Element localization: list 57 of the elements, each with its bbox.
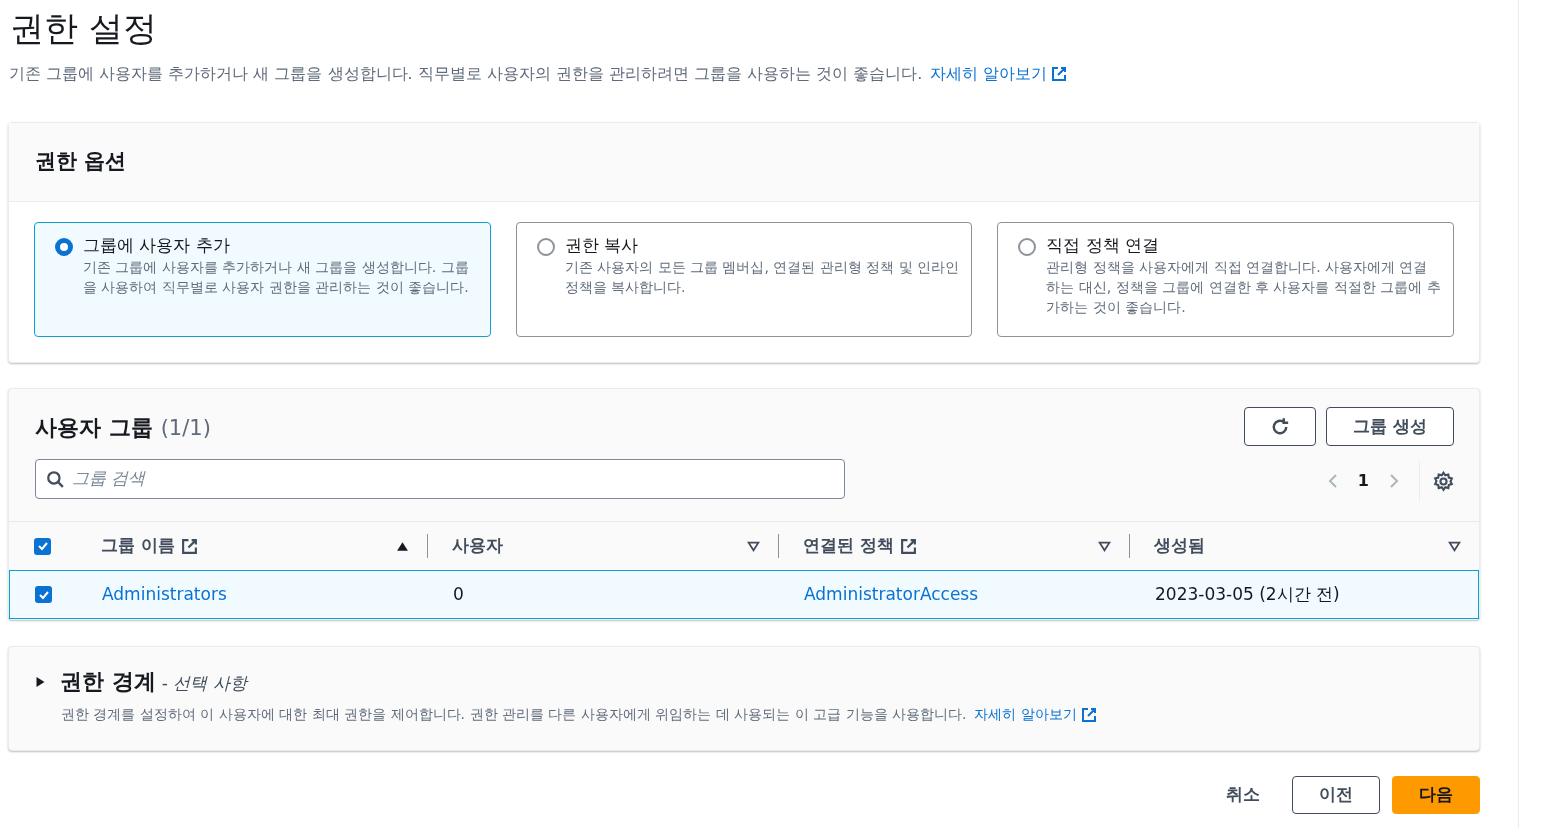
panel-title: 권한 옵션 (35, 148, 127, 176)
next-button[interactable]: 다음 (1392, 776, 1480, 814)
learn-more-link[interactable]: 자세히 알아보기 (930, 62, 1068, 86)
settings-icon (1432, 470, 1454, 492)
radio-button[interactable] (1018, 238, 1037, 256)
external-link-icon (1080, 706, 1097, 723)
search-field[interactable]: 그룹 검색 (35, 458, 845, 499)
external-link-icon (180, 537, 198, 555)
settings-button[interactable] (1432, 470, 1454, 492)
previous-button[interactable]: 이전 (1292, 776, 1380, 814)
radio-button[interactable] (536, 238, 555, 256)
caret-right-icon[interactable] (35, 675, 46, 688)
sort-ascending-icon[interactable] (396, 540, 409, 552)
column-header[interactable]: 연결된 정책 (803, 533, 894, 559)
table-cell: 2023-03-05 (2시간 전) (1155, 583, 1340, 604)
optional-label: - 선택 사항 (161, 672, 247, 695)
table-cell: 0 (453, 583, 464, 604)
checkbox[interactable] (35, 586, 52, 603)
search-input[interactable]: 그룹 검색 (72, 465, 834, 492)
option-description: 기존 그룹에 사용자를 추가하거나 새 그룹을 생성합니다. 그룹을 사용하여 직무별로 사용자 권한을 관리하는 것이 좋습니다. (83, 258, 470, 297)
external-link-icon (1051, 66, 1068, 82)
external-link-icon (899, 537, 917, 555)
search-icon (46, 469, 64, 488)
table-link[interactable]: AdministratorAccess (804, 583, 979, 604)
panel-title: 사용자 그룹 (35, 414, 153, 442)
option-label: 그룹에 사용자 추가 (83, 234, 231, 257)
option-label: 직접 정책 연결 (1046, 234, 1161, 257)
page-number-button[interactable]: 1 (1345, 469, 1381, 493)
column-header[interactable]: 생성됨 (1154, 533, 1205, 559)
group-count: (1/1) (160, 415, 211, 442)
page-title: 권한 설정 (10, 7, 158, 50)
table-link[interactable]: Administrators (102, 583, 227, 604)
option-description: 기존 사용자의 모든 그룹 멤버십, 연결된 관리형 정책 및 인라인 정책을 복사합니다. (564, 258, 960, 297)
radio-button[interactable] (55, 238, 73, 256)
checkbox[interactable] (34, 537, 51, 555)
table-row[interactable]: Administrators 0 AdministratorAccess 2023-03-05 (2시간 전) (9, 570, 1479, 619)
option-card[interactable]: 권한 복사 기존 사용자의 모든 그룹 멤버십, 연결된 관리형 정책 및 인라인 정책을 복사합니다. (515, 222, 973, 337)
section-description: 권한 경계를 설정하여 이 사용자에 대한 최대 권한을 제어합니다. 권한 관리를 다른 사용자에게 위임하는 데 사용되는 이 고급 기능을 사용합니다. (61, 705, 967, 724)
option-card[interactable]: 직접 정책 연결 관리형 정책을 사용자에게 직접 연결합니다. 사용자에게 연결하는 대신, 정책을 그룹에 연결한 후 사용자를 적절한 그룹에 추가하는 것이 좋습니다. (997, 222, 1454, 337)
refresh-icon (1270, 416, 1290, 437)
option-description: 관리형 정책을 사용자에게 직접 연결합니다. 사용자에게 연결하는 대신, 정책을 그룹에 연결한 후 사용자를 적절한 그룹에 추가하는 것이 좋습니다. (1046, 258, 1441, 317)
option-label: 권한 복사 (564, 234, 640, 257)
create-group-button[interactable]: 그룹 생성 (1326, 407, 1454, 446)
learn-more-link[interactable]: 자세히 알아보기 (974, 704, 1097, 725)
cancel-button[interactable]: 취소 (1206, 776, 1280, 814)
option-card[interactable]: 그룹에 사용자 추가 기존 그룹에 사용자를 추가하거나 새 그룹을 생성합니다. 그룹을 사용하여 직무별로 사용자 권한을 관리하는 것이 좋습니다. (34, 222, 491, 337)
chevron-right-icon (1389, 472, 1399, 490)
panel-title: 권한 경계 (60, 668, 156, 696)
chevron-left-icon (1327, 472, 1338, 490)
page-description: 기존 그룹에 사용자를 추가하거나 새 그룹을 생성합니다. 직무별로 사용자의 권한을 관리하려면 그룹을 사용하는 것이 좋습니다. (9, 63, 923, 85)
column-header[interactable]: 그룹 이름 (101, 533, 175, 559)
sort-icon[interactable] (1098, 540, 1111, 552)
refresh-button[interactable] (1244, 407, 1316, 446)
sort-icon[interactable] (1448, 540, 1461, 552)
checkmark-icon (36, 540, 49, 552)
sort-icon[interactable] (747, 540, 760, 552)
column-header[interactable]: 사용자 (452, 533, 503, 559)
